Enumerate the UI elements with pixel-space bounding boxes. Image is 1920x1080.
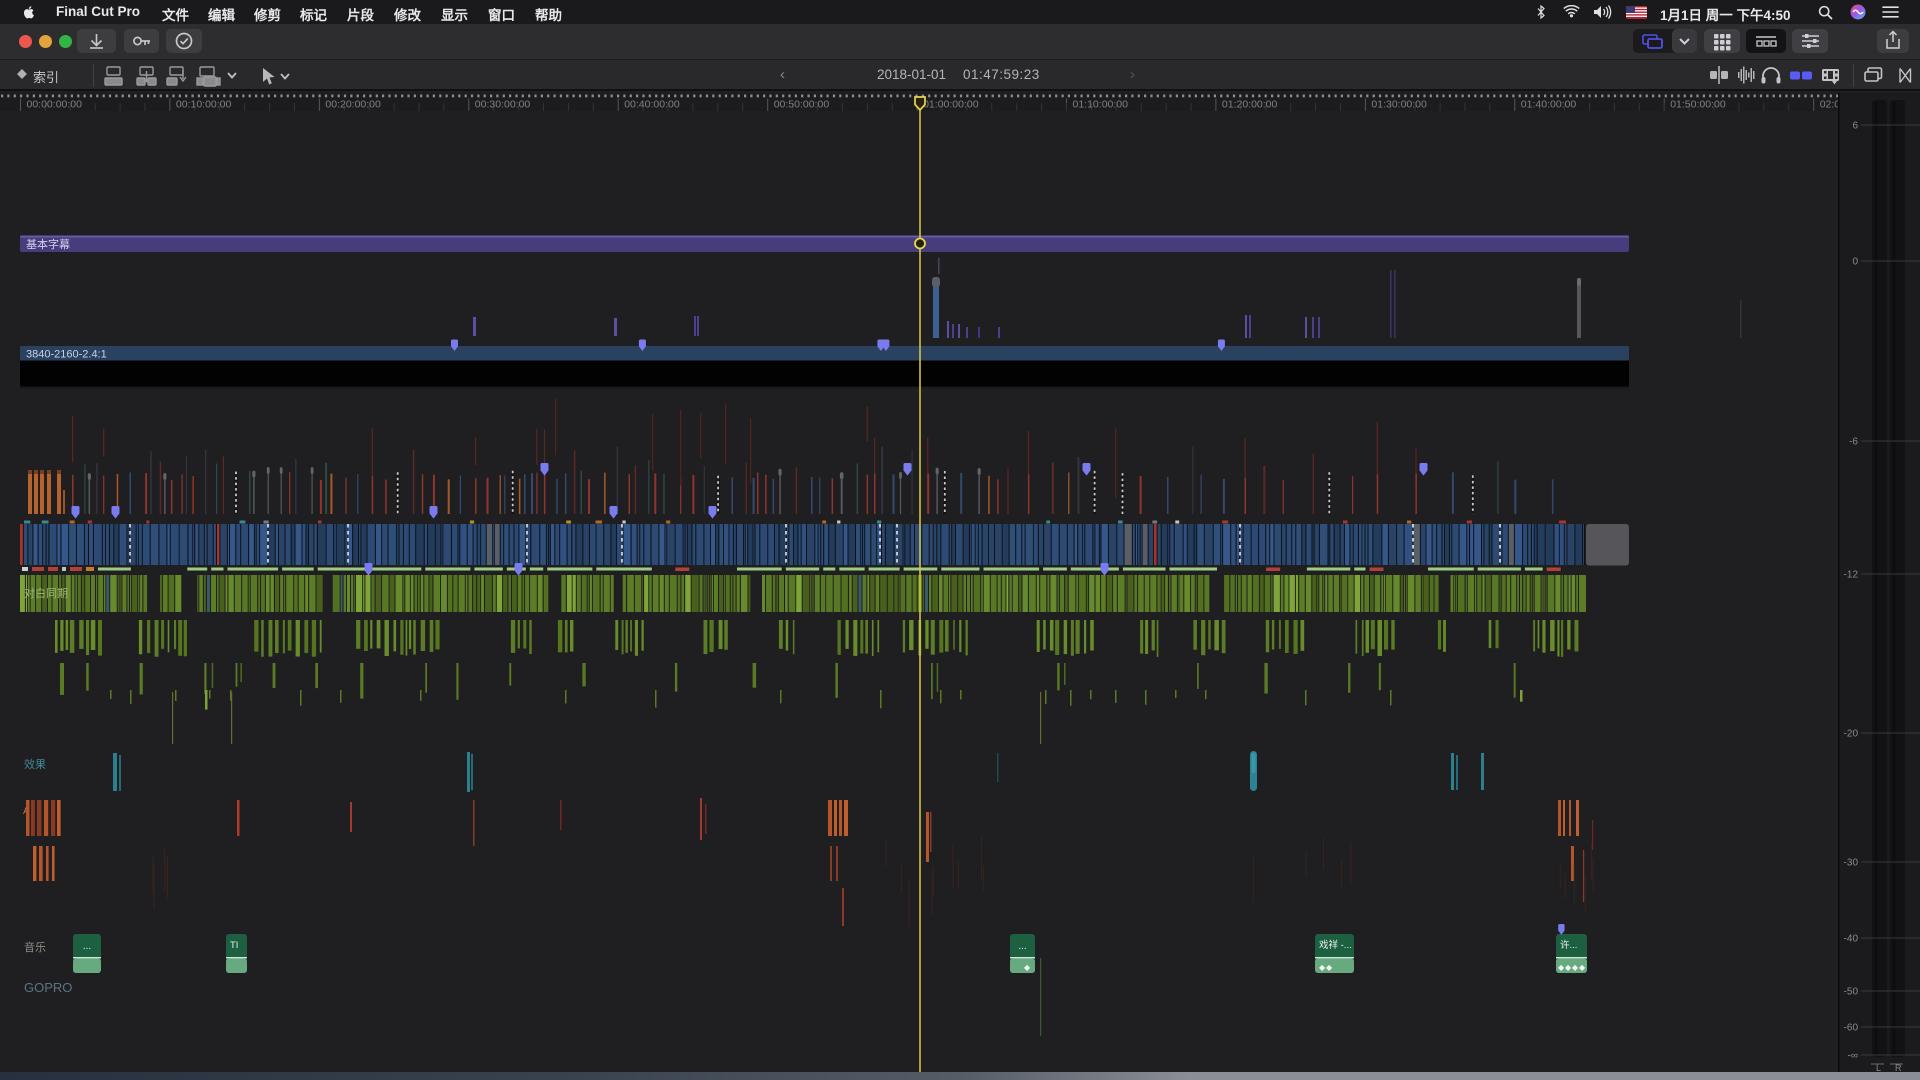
svg-text:效果: 效果 (24, 757, 46, 771)
svg-text:02:0: 02:0 (1820, 99, 1841, 111)
svg-text:0: 0 (1852, 257, 1858, 268)
svg-text:-30: -30 (1844, 858, 1859, 869)
svg-text:01:30:00:00: 01:30:00:00 (1371, 99, 1427, 111)
svg-text:-12: -12 (1844, 570, 1859, 581)
svg-text:-50: -50 (1844, 987, 1859, 998)
svg-text:00:00:00:00: 00:00:00:00 (27, 99, 83, 111)
svg-text:01:40:00:00: 01:40:00:00 (1521, 99, 1577, 111)
svg-text:◆: ◆ (1319, 963, 1326, 972)
svg-text:◆: ◆ (1024, 963, 1031, 972)
svg-text:01:50:00:00: 01:50:00:00 (1670, 99, 1726, 111)
svg-text:◆: ◆ (1558, 963, 1565, 972)
svg-text:音乐: 音乐 (24, 940, 46, 954)
svg-text:...: ... (1018, 941, 1026, 952)
svg-text:-6: -6 (1849, 437, 1858, 448)
svg-text:6: 6 (1852, 121, 1858, 132)
svg-text:◆: ◆ (1572, 963, 1579, 972)
svg-text:-40: -40 (1844, 934, 1859, 945)
svg-text:许...: 许... (1560, 939, 1577, 951)
svg-text:01:00:00:00: 01:00:00:00 (923, 99, 979, 111)
svg-text:01:10:00:00: 01:10:00:00 (1073, 99, 1129, 111)
svg-text:基本字幕: 基本字幕 (26, 237, 70, 251)
svg-text:◆: ◆ (1565, 963, 1572, 972)
svg-text:00:30:00:00: 00:30:00:00 (475, 99, 531, 111)
svg-text:00:10:00:00: 00:10:00:00 (176, 99, 232, 111)
svg-text:...: ... (83, 941, 91, 952)
svg-text:00:50:00:00: 00:50:00:00 (774, 99, 830, 111)
svg-text:◆: ◆ (1326, 963, 1333, 972)
svg-text:对白同期: 对白同期 (24, 586, 68, 600)
svg-text:◆: ◆ (1579, 963, 1586, 972)
svg-text:戏祥 -...: 戏祥 -... (1319, 939, 1352, 951)
svg-text:-20: -20 (1844, 729, 1859, 740)
svg-text:-60: -60 (1844, 1023, 1859, 1034)
svg-text:00:20:00:00: 00:20:00:00 (325, 99, 381, 111)
svg-text:GOPRO: GOPRO (24, 980, 72, 995)
svg-text:-∞: -∞ (1848, 1051, 1858, 1062)
svg-text:01:20:00:00: 01:20:00:00 (1222, 99, 1278, 111)
svg-text:3840-2160-2.4:1: 3840-2160-2.4:1 (26, 349, 107, 361)
svg-text:00:40:00:00: 00:40:00:00 (624, 99, 680, 111)
svg-text:TI: TI (230, 940, 238, 951)
